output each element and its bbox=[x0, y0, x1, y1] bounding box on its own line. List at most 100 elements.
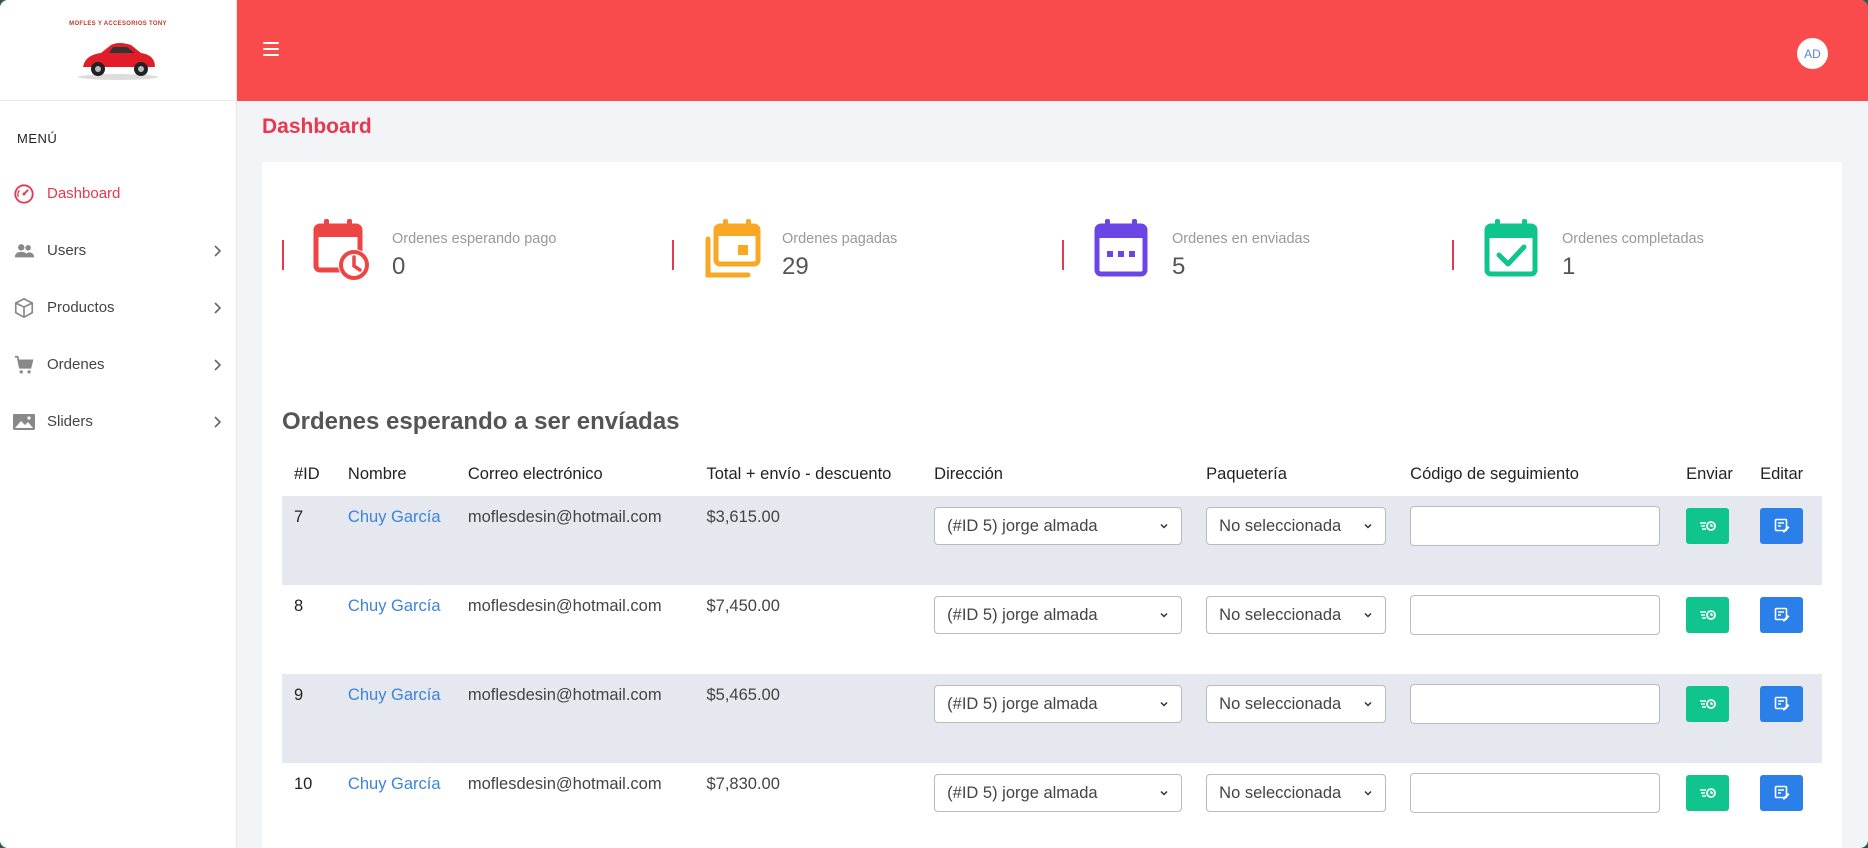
sidebar-item-ordenes[interactable]: Ordenes bbox=[0, 336, 236, 393]
sidebar-item-label: Dashboard bbox=[47, 185, 121, 202]
edit-cell bbox=[1748, 585, 1822, 674]
calendar-dots-icon bbox=[1094, 219, 1148, 277]
image-icon bbox=[12, 410, 36, 434]
address-select-value: (#ID 5) jorge almada bbox=[947, 783, 1098, 802]
edit-button[interactable] bbox=[1760, 508, 1804, 544]
send-fast-icon bbox=[1699, 699, 1716, 709]
courier-select-value: No seleccionada bbox=[1219, 783, 1342, 802]
order-id: 10 bbox=[294, 775, 313, 793]
stat-label: Ordenes en enviadas bbox=[1172, 231, 1310, 247]
order-id: 9 bbox=[282, 674, 336, 763]
col-name: Nombre bbox=[347, 464, 407, 483]
sidebar-item-productos[interactable]: Productos bbox=[0, 279, 236, 336]
edit-cell bbox=[1748, 674, 1822, 763]
send-button[interactable] bbox=[1686, 597, 1730, 633]
stat-label: Ordenes pagadas bbox=[782, 231, 898, 247]
sidebar-item-label: Sliders bbox=[47, 413, 93, 430]
chevron-down-icon bbox=[1364, 701, 1372, 707]
sidebar-item-users[interactable]: Users bbox=[0, 222, 236, 279]
users-icon bbox=[12, 239, 36, 263]
send-button[interactable] bbox=[1686, 508, 1730, 544]
address-cell: (#ID 5) jorge almada bbox=[922, 496, 1195, 585]
courier-select-value: No seleccionada bbox=[1219, 605, 1342, 624]
stat-value: 1 bbox=[1562, 253, 1576, 280]
courier-select[interactable]: No seleccionada bbox=[1206, 685, 1387, 723]
send-cell bbox=[1674, 763, 1748, 848]
address-select-value: (#ID 5) jorge almada bbox=[947, 605, 1098, 624]
address-select[interactable]: (#ID 5) jorge almada bbox=[934, 507, 1183, 545]
address-select[interactable]: (#ID 5) jorge almada bbox=[934, 596, 1183, 634]
brand-logo-text: MOFLES Y ACCESORIOS TONY bbox=[69, 21, 167, 27]
calendar-check-icon bbox=[1484, 219, 1538, 277]
col-tracking: Código de seguimiento bbox=[1410, 464, 1579, 483]
customer-name-link[interactable]: Chuy García bbox=[336, 763, 456, 848]
order-total: $3,615.00 bbox=[694, 496, 923, 585]
edit-icon bbox=[1774, 518, 1790, 533]
address-cell: (#ID 5) jorge almada bbox=[922, 674, 1195, 763]
edit-button[interactable] bbox=[1760, 597, 1804, 633]
order-total: $7,830.00 bbox=[706, 775, 780, 793]
customer-name-link[interactable]: Chuy García bbox=[335, 496, 456, 585]
stat-divider bbox=[672, 240, 674, 270]
dashboard-card: Ordenes esperando pago 0 Ordenes pagadas bbox=[262, 162, 1842, 848]
customer-email: moflesdesin@hotmail.com bbox=[455, 496, 695, 585]
box-icon bbox=[12, 296, 36, 320]
stat-value: 29 bbox=[782, 253, 809, 280]
send-button[interactable] bbox=[1686, 686, 1730, 722]
address-select-value: (#ID 5) jorge almada bbox=[947, 694, 1098, 713]
courier-cell: No seleccionada bbox=[1194, 585, 1398, 674]
address-select[interactable]: (#ID 5) jorge almada bbox=[934, 685, 1183, 723]
send-fast-icon bbox=[1699, 788, 1716, 798]
customer-name-link[interactable]: Chuy García bbox=[336, 585, 456, 674]
logo-area[interactable]: MOFLES Y ACCESORIOS TONY bbox=[0, 0, 236, 101]
order-id: 7 bbox=[282, 496, 336, 585]
sidebar-item-dashboard[interactable]: Dashboard bbox=[0, 165, 236, 222]
courier-select[interactable]: No seleccionada bbox=[1206, 774, 1387, 812]
cart-icon bbox=[12, 353, 36, 377]
tracking-code-input[interactable] bbox=[1410, 595, 1661, 635]
table-header-row: #ID Nombre Correo electrónico Total + en… bbox=[282, 452, 1822, 496]
stat-label: Ordenes esperando pago bbox=[392, 231, 557, 247]
stat-label: Ordenes completadas bbox=[1562, 231, 1704, 247]
app-window: MOFLES Y ACCESORIOS TONY MENÚ Dashboard bbox=[0, 0, 1868, 848]
address-select[interactable]: (#ID 5) jorge almada bbox=[934, 774, 1183, 812]
chevron-down-icon bbox=[1160, 523, 1168, 529]
tracking-code-input[interactable] bbox=[1410, 684, 1661, 724]
tracking-cell bbox=[1398, 674, 1675, 763]
table-row: 7 Chuy García moflesdesin@hotmail.com $3… bbox=[282, 496, 1822, 585]
edit-icon bbox=[1774, 696, 1790, 711]
orders-section-title: Ordenes esperando a ser envíadas bbox=[282, 408, 680, 435]
tracking-cell bbox=[1398, 585, 1674, 674]
sidebar: MOFLES Y ACCESORIOS TONY MENÚ Dashboard bbox=[0, 0, 237, 848]
brand-logo[interactable]: MOFLES Y ACCESORIOS TONY bbox=[63, 15, 173, 85]
calendar-stack-icon bbox=[705, 219, 761, 278]
avatar[interactable]: AD bbox=[1797, 38, 1828, 69]
courier-select-value: No seleccionada bbox=[1219, 516, 1342, 535]
stat-value: 5 bbox=[1172, 253, 1186, 280]
stat-completed: Ordenes completadas 1 bbox=[1452, 217, 1832, 287]
stats-row: Ordenes esperando pago 0 Ordenes pagadas bbox=[282, 217, 1842, 287]
send-fast-icon bbox=[1699, 610, 1716, 620]
address-cell: (#ID 5) jorge almada bbox=[922, 585, 1194, 674]
hamburger-menu-icon[interactable] bbox=[263, 42, 279, 56]
courier-select[interactable]: No seleccionada bbox=[1206, 507, 1387, 545]
page-title: Dashboard bbox=[262, 115, 372, 138]
customer-name-link[interactable]: Chuy García bbox=[335, 674, 456, 763]
edit-cell bbox=[1748, 496, 1822, 585]
edit-button[interactable] bbox=[1760, 775, 1804, 811]
edit-button[interactable] bbox=[1760, 686, 1804, 722]
customer-email: moflesdesin@hotmail.com bbox=[467, 597, 662, 615]
sidebar-item-sliders[interactable]: Sliders bbox=[0, 393, 236, 450]
col-send: Enviar bbox=[1686, 464, 1733, 483]
tracking-cell bbox=[1398, 496, 1675, 585]
sidebar-item-label: Ordenes bbox=[47, 356, 105, 373]
topbar: AD bbox=[237, 0, 1868, 101]
courier-select[interactable]: No seleccionada bbox=[1206, 596, 1387, 634]
order-id: 8 bbox=[294, 597, 304, 615]
tracking-code-input[interactable] bbox=[1410, 506, 1661, 546]
tracking-code-input[interactable] bbox=[1410, 773, 1661, 813]
col-email: Correo electrónico bbox=[467, 464, 603, 483]
customer-email: moflesdesin@hotmail.com bbox=[467, 775, 662, 793]
sidebar-item-label: Users bbox=[47, 242, 87, 259]
send-button[interactable] bbox=[1686, 775, 1730, 811]
